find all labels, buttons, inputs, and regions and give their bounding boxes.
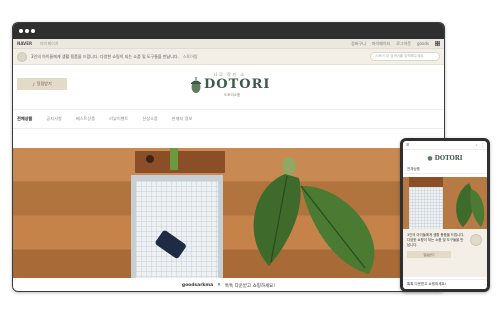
user-menu[interactable]: goods	[417, 41, 429, 46]
mobile-screen: ☰ ⌕ ⋮ ● DOTORI 전체상품 3인의 아이들에게 생활 용품을 드립니…	[403, 141, 487, 289]
store-search-input[interactable]: 스토어 내 검색어를 입력해주세요	[370, 52, 440, 61]
talk-banner[interactable]: goodsarkma ✕ 톡톡 다운받고 쇼핑하세요!	[13, 278, 444, 291]
eraser-object	[155, 230, 186, 259]
desktop-browser-mockup: NAVER 마이페이지 장바구니 마이페이지 로그아웃 goods 3인의 아이…	[12, 22, 445, 292]
mobile-hero-image[interactable]	[403, 177, 487, 229]
green-pencil	[170, 148, 178, 170]
my-page-link[interactable]: 마이페이지	[40, 41, 58, 47]
store-avatar	[470, 234, 482, 246]
logout-link[interactable]: 로그아웃	[396, 41, 411, 47]
acorn-logo-icon	[191, 77, 201, 93]
mobile-top-bar: ☰ ⌕ ⋮	[403, 141, 487, 150]
store-logo[interactable]: 나무 작가 소 DOTORI 도토리소품	[188, 72, 278, 102]
naver-brand-link[interactable]: NAVER	[17, 41, 32, 46]
apps-grid-icon[interactable]	[435, 41, 440, 46]
top-right-links: 장바구니 마이페이지 로그아웃 goods	[351, 41, 440, 47]
subscribe-button[interactable]: ♪ 알림받기	[17, 78, 67, 90]
oak-leaves	[456, 183, 485, 227]
nav-item-new[interactable]: 신상소품	[142, 116, 157, 122]
nav-item-review-event[interactable]: 리뷰이벤트	[109, 116, 128, 122]
account-link[interactable]: 마이페이지	[372, 41, 390, 47]
stand-hole	[146, 155, 154, 163]
logo-subtitle: 도토리소품	[224, 93, 241, 97]
nav-item-seller-info[interactable]: 판매자 정보	[172, 116, 193, 122]
footer-text: 톡톡 다운받고 쇼핑하세요!	[224, 283, 276, 289]
cart-link[interactable]: 장바구니	[351, 41, 366, 47]
nav-item-notice[interactable]: 공지사항	[46, 116, 61, 122]
subscribe-label: 알림받기	[36, 81, 52, 86]
store-avatar	[17, 51, 27, 62]
mobile-top-icons: ⌕ ⋮	[476, 143, 484, 147]
mobile-tab-all-products[interactable]: 전체상품	[403, 166, 487, 174]
mobile-talk-banner[interactable]: 톡톡 다운받고 쇼핑하세요!	[403, 279, 487, 289]
browser-title-bar	[13, 23, 444, 39]
window-dot-icon	[19, 29, 23, 33]
nav-item-best[interactable]: 베스트상품	[76, 116, 95, 122]
notepad	[131, 175, 223, 278]
wooden-stand	[409, 177, 443, 187]
mobile-notice-card: 3인의 아이들에게 생활 용품을 드립니다. 다양한 쇼핑이 되는 소품 및 도…	[403, 229, 487, 277]
menu-icon[interactable]: ☰	[406, 143, 409, 147]
footer-brand: goodsarkma	[181, 283, 214, 288]
top-utility-bar: NAVER 마이페이지 장바구니 마이페이지 로그아웃 goods	[13, 39, 444, 49]
window-dot-icon	[25, 29, 29, 33]
acorn-logo-icon: ●	[427, 154, 433, 162]
notice-text: 3인의 아이들에게 생활 용품을 드립니다. 다양한 쇼핑이 되는 소품 및 도…	[31, 53, 179, 59]
search-icon[interactable]: ⌕	[476, 143, 478, 147]
nav-item-all-products[interactable]: 전체상품	[17, 116, 32, 122]
mobile-logo-name: DOTORI	[434, 154, 463, 162]
oak-leaves	[253, 157, 375, 274]
talk-icon: ✕	[217, 283, 221, 288]
mobile-phone-mockup: ☰ ⌕ ⋮ ● DOTORI 전체상품 3인의 아이들에게 생활 용품을 드립니…	[400, 138, 490, 292]
category-nav: 전체상품 공지사항 베스트상품 리뷰이벤트 신상소품 판매자 정보	[13, 109, 444, 129]
store-header: ♪ 알림받기 나무 작가 소 DOTORI 도토리소품	[13, 65, 444, 109]
logo-name: DOTORI	[204, 77, 271, 92]
hero-banner-image[interactable]	[13, 148, 444, 278]
store-notice-bar: 3인의 아이들에게 생활 용품을 드립니다. 다양한 쇼핑이 되는 소품 및 도…	[13, 49, 444, 65]
mobile-notice-text: 3인의 아이들에게 생활 용품을 드립니다. 다양한 쇼핑이 되는 소품 및 도…	[407, 233, 465, 247]
grid-icon[interactable]: ⋮	[481, 143, 485, 147]
notepad	[409, 187, 443, 229]
mobile-subscribe-button[interactable]: 알림받기	[407, 251, 451, 259]
window-dot-icon	[31, 29, 35, 33]
store-follow-link[interactable]: 스토어찜	[183, 54, 198, 60]
bell-icon: ♪	[32, 81, 35, 87]
mobile-logo[interactable]: ● DOTORI	[403, 150, 487, 166]
